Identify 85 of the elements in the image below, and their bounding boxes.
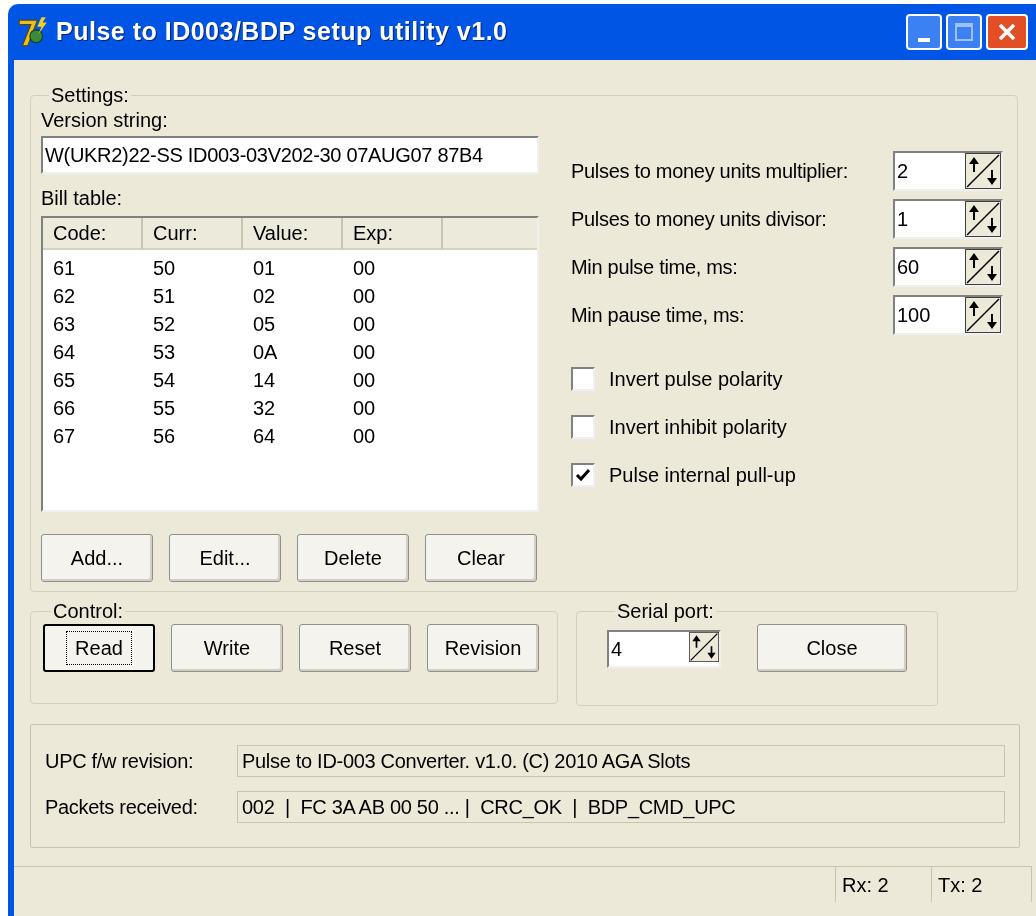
column-header[interactable]: Value: (243, 218, 343, 250)
spin-arrows-icon[interactable] (965, 249, 1001, 285)
table-cell-text: 00 (352, 368, 377, 393)
push-button[interactable]: Clear (425, 534, 537, 582)
spin-value: 60 (896, 255, 921, 280)
spin-arrows-icon[interactable] (965, 297, 1001, 333)
close-button[interactable] (986, 14, 1028, 50)
check-icon (575, 467, 591, 483)
spin-field[interactable]: 2 (893, 151, 1003, 191)
table-cell-text: 00 (352, 312, 377, 337)
table-cell-text: 01 (252, 256, 277, 281)
table-cell-text: 0A (252, 340, 279, 365)
table-cell-text: 65 (52, 368, 77, 393)
table-cell-text: 55 (152, 396, 177, 421)
checkbox[interactable] (571, 415, 595, 439)
table-cell-text: 52 (152, 312, 177, 337)
status-text: Tx: 2 (932, 867, 1032, 902)
spin-value: 4 (610, 637, 624, 662)
table-cell-text: 00 (352, 424, 377, 449)
info-label: Packets received: (45, 795, 199, 820)
push-button[interactable]: Delete (297, 534, 409, 582)
push-button[interactable]: Write (171, 624, 283, 672)
table-cell-text: 05 (252, 312, 277, 337)
table-cell-text: 61 (52, 256, 77, 281)
push-button[interactable]: Reset (299, 624, 411, 672)
table-cell-text: 32 (252, 396, 277, 421)
table-cell-text: 14 (252, 368, 277, 393)
minimize-button[interactable] (906, 14, 942, 50)
table-cell-text: 02 (252, 284, 277, 309)
table-cell-text: 64 (52, 340, 77, 365)
checkbox-label: Invert pulse polarity (609, 367, 783, 392)
table-cell-text: 64 (252, 424, 277, 449)
maximize-button[interactable] (946, 14, 982, 50)
checkbox[interactable] (571, 463, 595, 487)
push-button[interactable]: Close (757, 624, 907, 672)
info-label: UPC f/w revision: (45, 749, 195, 774)
push-button[interactable]: Read (43, 624, 155, 672)
table-cell-text: 50 (152, 256, 177, 281)
info-value: Pulse to ID-003 Converter. v1.0. (C) 2010 AGA Slots (237, 745, 1005, 777)
table-cell-text: 54 (152, 368, 177, 393)
table-cell-text: 66 (52, 396, 77, 421)
spin-arrows-icon[interactable] (965, 153, 1001, 189)
table-cell-text: 53 (152, 340, 177, 365)
table-cell-text: 63 (52, 312, 77, 337)
table-cell-text: 00 (352, 340, 377, 365)
window-title: Pulse to ID003/BDP setup utility v1.0 (56, 16, 508, 48)
table-cell-text: 00 (352, 284, 377, 309)
spin-value: 1 (896, 207, 910, 232)
group-title: Serial port: (616, 600, 715, 622)
table-cell-text: 51 (152, 284, 177, 309)
spinner-label: Min pulse time, ms: (571, 255, 739, 280)
table-cell-text: 62 (52, 284, 77, 309)
group-title: Control: (52, 600, 125, 622)
spin-field[interactable]: 1 (893, 199, 1003, 239)
table-cell-text: 56 (152, 424, 177, 449)
push-button[interactable]: Edit... (169, 534, 281, 582)
spin-arrows-icon[interactable] (965, 201, 1001, 237)
table-cell-text: 00 (352, 396, 377, 421)
spin-field[interactable]: 60 (893, 247, 1003, 287)
close-icon (997, 22, 1017, 42)
table-cell-text: 67 (52, 424, 77, 449)
spinner-label: Min pause time, ms: (571, 303, 746, 328)
spinner-label: Pulses to money units multiplier: (571, 159, 849, 184)
column-header[interactable]: Exp: (343, 218, 443, 250)
spinner-label: Pulses to money units divisor: (571, 207, 828, 232)
checkbox-label: Pulse internal pull-up (609, 463, 796, 488)
spin-value: 100 (896, 303, 932, 328)
table-cell-text: 00 (352, 256, 377, 281)
info-value: 002 | FC 3A AB 00 50 ... | CRC_OK | BDP_CMD_UPC (237, 791, 1005, 823)
column-header[interactable]: Curr: (143, 218, 243, 250)
status-text: Rx: 2 (836, 867, 932, 902)
version-label: Version string: (41, 108, 169, 133)
app-logo-icon (16, 15, 50, 49)
bill-table-label: Bill table: (41, 186, 124, 211)
checkbox-label: Invert inhibit polarity (609, 415, 787, 440)
checkbox[interactable] (571, 367, 595, 391)
port-spin-field[interactable]: 4 (607, 630, 721, 668)
group-title: Settings: (50, 84, 130, 106)
spin-value: 2 (896, 159, 910, 184)
push-button[interactable]: Add... (41, 534, 153, 582)
column-header[interactable]: Code: (43, 218, 143, 250)
version-field[interactable]: W(UKR2)22-SS ID003-03V202-30 07AUG07 87B4 (41, 136, 539, 174)
spin-arrows-icon[interactable] (689, 632, 719, 662)
push-button[interactable]: Revision (427, 624, 539, 672)
spin-field[interactable]: 100 (893, 295, 1003, 335)
